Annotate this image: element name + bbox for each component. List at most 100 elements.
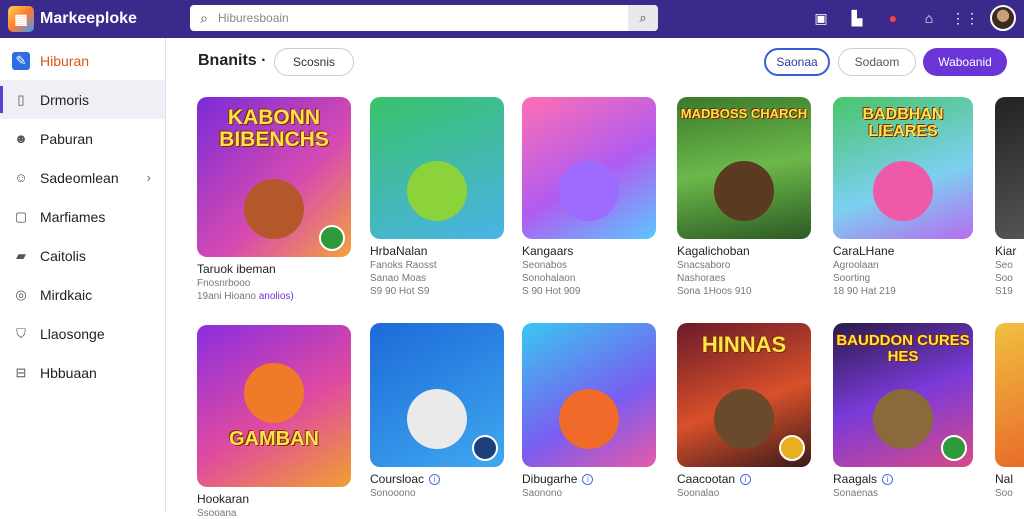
game-badge-icon — [472, 435, 498, 461]
app-name: Kiar — [995, 244, 1017, 258]
app-name: Raagals i — [833, 472, 989, 486]
sidebar-item-hiburan[interactable]: ✎ Hiburan — [0, 41, 165, 80]
app-card[interactable]: GAMBAN Hookaran Ssooana — [197, 325, 353, 519]
filter-pill-saonaa[interactable]: Saonaa — [764, 48, 830, 76]
app-developer: Sonaenas — [833, 488, 879, 499]
app-thumbnail[interactable]: BAUDDON CURES HES — [833, 323, 973, 467]
app-category: Nashoraes — [677, 273, 726, 284]
info-icon[interactable]: i — [882, 474, 894, 486]
app-thumbnail[interactable]: KABONN BIBENCHS — [197, 97, 351, 257]
character-art-icon — [873, 161, 933, 221]
app-name: Kagalichoban — [677, 244, 750, 258]
filter-pill-scosnis[interactable]: Scosnis — [274, 48, 354, 76]
character-art-icon — [244, 179, 304, 239]
sidebar-item-drmoris[interactable]: ▯ Drmoris — [0, 80, 165, 119]
character-art-icon — [714, 161, 774, 221]
group-icon: ☺ — [14, 170, 28, 185]
video-icon: ▢ — [14, 208, 28, 224]
thumbnail-title: HINNAS — [701, 332, 787, 357]
app-card[interactable]: HINNAS Caacootan i Soonalao — [677, 323, 833, 499]
app-name-text: Dibugarhe — [522, 472, 578, 486]
app-thumbnail[interactable] — [995, 97, 1024, 239]
app-meta: S 90 Hot 909 — [522, 286, 581, 297]
app-thumbnail[interactable] — [370, 97, 504, 239]
app-thumbnail[interactable] — [995, 323, 1024, 467]
search-button[interactable]: ⌕ — [628, 5, 658, 31]
app-developer: Sonooono — [370, 488, 416, 499]
app-developer: Soo — [995, 488, 1013, 499]
sidebar-item-hbbuaan[interactable]: ⊟ Hbbuaan — [0, 353, 165, 392]
app-developer: Seo — [995, 260, 1013, 271]
bag-icon: ▰ — [16, 247, 26, 263]
home-icon[interactable]: ⌂ — [918, 7, 940, 29]
coin-icon: ◎ — [15, 286, 27, 302]
filter-pill-waboanid[interactable]: Waboanid — [923, 48, 1007, 76]
sidebar-item-sadeomlean[interactable]: ☺ Sadeomlean › — [0, 158, 165, 197]
app-card[interactable]: Kiar Seo Soo S19 — [995, 97, 1024, 297]
app-card[interactable]: Coursloac i Sonooono — [370, 323, 526, 499]
app-title: Markeeploke — [40, 10, 137, 27]
character-art-icon — [559, 161, 619, 221]
app-logo[interactable]: ▦ Markeeploke — [8, 6, 137, 32]
book-icon[interactable]: ▙ — [846, 7, 868, 29]
mascot-icon[interactable]: ● — [882, 7, 904, 29]
sidebar-item-caitolis[interactable]: ▰ Caitolis — [0, 236, 165, 275]
app-card[interactable]: Kangaars Seonabos Sonohalaon S 90 Hot 90… — [522, 97, 678, 297]
app-card[interactable]: KABONN BIBENCHS Taruok ibeman Fnosnrbooo… — [197, 97, 353, 302]
app-card[interactable]: HrbaNalan Fanoks Raosst Sanao Moas S9 90… — [370, 97, 526, 297]
sidebar-item-marfiames[interactable]: ▢ Marfiames — [0, 197, 165, 236]
app-name: Caacootan i — [677, 472, 833, 486]
character-art-icon — [244, 363, 304, 423]
app-card[interactable]: Nal Soo — [995, 323, 1024, 499]
app-logo-icon: ✎ — [12, 51, 30, 70]
character-art-icon — [407, 389, 467, 449]
search-box[interactable]: ⌕ Hiburesboain ⌕ — [190, 5, 658, 31]
app-developer: Agroolaan — [833, 260, 879, 271]
sidebar-item-label: Paburan — [40, 130, 93, 147]
sidebar-item-label: Drmoris — [40, 91, 89, 108]
app-category: Sonohalaon — [522, 273, 576, 284]
app-thumbnail[interactable]: GAMBAN — [197, 325, 351, 487]
sidebar-item-paburan[interactable]: ☻ Paburan — [0, 119, 165, 158]
app-thumbnail[interactable]: MADBOSS CHARCH — [677, 97, 811, 239]
app-card[interactable]: Dibugarhe i Saonono — [522, 323, 678, 499]
character-art-icon — [407, 161, 467, 221]
app-name: HrbaNalan — [370, 244, 428, 258]
search-icon: ⌕ — [200, 9, 208, 26]
app-name: Nal — [995, 472, 1014, 486]
top-icons: ▣ ▙ ● ⌂ ⋮⋮ — [796, 5, 1016, 31]
app-card[interactable]: BADBHAN LIEARES CaraLHane Agroolaan Soor… — [833, 97, 989, 297]
thumbnail-title: GAMBAN — [229, 428, 319, 450]
app-card[interactable]: MADBOSS CHARCH Kagalichoban Snacsaboro N… — [677, 97, 833, 297]
app-name: Taruok ibeman — [197, 262, 276, 276]
avatar[interactable] — [990, 5, 1016, 31]
app-name-text: Raagals — [833, 472, 878, 486]
app-thumbnail[interactable]: HINNAS — [677, 323, 811, 467]
thumbnail-title: MADBOSS CHARCH — [680, 106, 808, 121]
app-name: Hookaran — [197, 492, 250, 506]
filter-pill-sodaom[interactable]: Sodaom — [838, 48, 916, 76]
thumbnail-title: KABONN BIBENCHS — [219, 106, 329, 152]
sidebar-item-label: Hiburan — [40, 52, 90, 69]
store-icon[interactable]: ▣ — [810, 7, 832, 29]
apps-grid-icon[interactable]: ⋮⋮ — [951, 7, 979, 29]
info-icon[interactable]: i — [429, 474, 441, 486]
app-card[interactable]: BAUDDON CURES HES Raagals i Sonaenas — [833, 323, 989, 499]
app-thumbnail[interactable] — [370, 323, 504, 467]
sidebar-item-llaosonge[interactable]: ⛉ Llaosonge — [0, 314, 165, 353]
sidebar-item-mirdkaic[interactable]: ◎ Mirdkaic — [0, 275, 165, 314]
app-category: Soorting — [833, 273, 871, 284]
app-thumbnail[interactable]: BADBHAN LIEARES — [833, 97, 973, 239]
thumbnail-title: BAUDDON CURES HES — [836, 332, 970, 365]
search-input[interactable]: Hiburesboain — [218, 11, 628, 25]
info-icon[interactable]: i — [582, 474, 594, 486]
info-icon[interactable]: i — [740, 474, 752, 486]
app-developer: Snacsaboro — [677, 260, 731, 271]
app-category: Soo — [995, 273, 1013, 284]
app-meta-link[interactable]: anolios) — [259, 291, 294, 302]
cart-icon: ⊟ — [15, 364, 27, 380]
app-thumbnail[interactable] — [522, 323, 656, 467]
app-name: Coursloac i — [370, 472, 526, 486]
character-art-icon — [559, 389, 619, 449]
app-thumbnail[interactable] — [522, 97, 656, 239]
